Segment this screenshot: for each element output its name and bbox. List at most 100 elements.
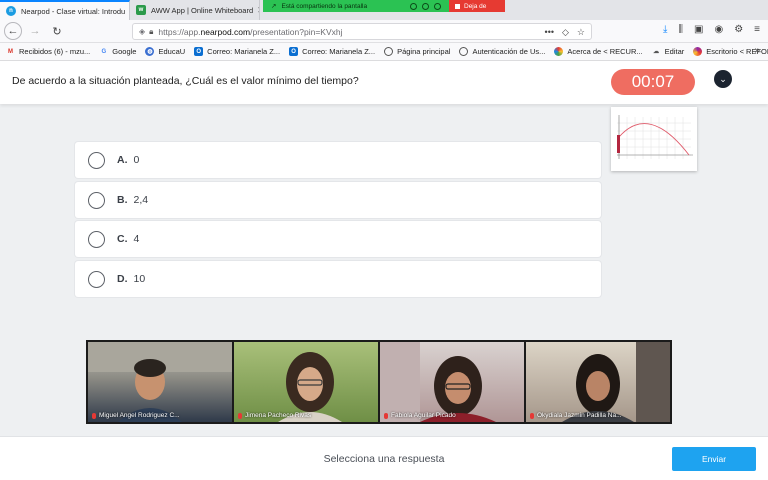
globe-icon	[459, 47, 469, 56]
option-letter: D.	[117, 273, 128, 285]
participant-silhouette-icon	[88, 342, 232, 422]
answer-option[interactable]: D. 10	[75, 261, 601, 297]
mic-muted-icon	[384, 412, 388, 419]
aww-favicon-icon: w	[136, 5, 146, 15]
colorful-icon	[693, 47, 703, 56]
participant-video[interactable]: Jimena Pacheco Rivas	[234, 342, 378, 422]
lock-icon[interactable]: 🔒︎	[149, 27, 153, 37]
bookmark-label: Autenticación de Us...	[472, 47, 546, 56]
menu-icon[interactable]: ≡	[754, 24, 760, 35]
bookmark-item[interactable]: ☁ Editar	[652, 47, 685, 56]
question-image-thumbnail[interactable]	[611, 107, 697, 171]
bookmark-item[interactable]: M Recibidos (6) - mzu...	[6, 47, 90, 56]
radio-button[interactable]	[88, 270, 105, 288]
gmail-icon: M	[8, 48, 13, 55]
back-arrow-icon[interactable]: ←	[4, 22, 22, 40]
bookmark-label: Google	[112, 47, 137, 56]
bookmark-item[interactable]: Acerca de < RECUR...	[554, 47, 643, 56]
check-icon[interactable]	[434, 2, 441, 10]
url-path: /presentation?pin=KVxhj	[250, 26, 343, 37]
sharing-label: Está compartiendo la pantalla	[281, 2, 368, 10]
bookmark-label: EducaU	[158, 47, 186, 56]
cloud-icon: ☁	[653, 49, 660, 55]
participant-video[interactable]: Fabiola Aguilar Picado	[380, 342, 524, 422]
option-value: 2,4	[133, 194, 149, 206]
tab-aww-whiteboard[interactable]: w AWW App | Online Whiteboard ✕	[130, 0, 260, 20]
download-icon[interactable]: ⤓	[663, 24, 667, 35]
participant-name: Fabiola Aguilar Picado	[384, 412, 456, 419]
page-actions-icon[interactable]: •••	[545, 27, 554, 38]
sharing-status: ↗ Está compartiendo la pantalla	[263, 0, 449, 12]
participant-silhouette-icon	[278, 352, 342, 422]
participant-name-text: Miguel Angel Rodriguez C...	[99, 412, 180, 419]
address-bar-actions: ••• ◇ ☆	[545, 27, 585, 38]
bookmarks-toolbar: M Recibidos (6) - mzu... G Google ◍ EducaU …	[0, 43, 768, 61]
bookmark-label: Editar	[664, 47, 685, 56]
bookmark-item[interactable]: Página principal	[384, 47, 450, 56]
tab-title: Nearpod - Clase virtual: Introdu	[21, 6, 126, 16]
question-text: De acuerdo a la situación planteada, ¿Cu…	[12, 75, 359, 87]
answer-option[interactable]: B. 2,4	[75, 182, 601, 218]
mic-muted-icon	[92, 412, 96, 419]
participant-name-text: Jimena Pacheco Rivas	[245, 412, 312, 419]
forward-arrow-icon[interactable]: →	[26, 22, 44, 40]
option-value: 4	[133, 233, 140, 245]
submit-button[interactable]: Enviar	[672, 447, 756, 471]
participant-name: Jimena Pacheco Rivas	[238, 412, 311, 419]
tab-title: AWW App | Online Whiteboard	[151, 5, 254, 15]
stop-sharing-label: Deja de	[464, 2, 487, 10]
option-value: 10	[133, 273, 146, 285]
outlook-icon: O	[194, 47, 204, 56]
answer-option[interactable]: C. 4	[75, 221, 601, 257]
participant-video[interactable]: Miguel Angel Rodriguez C...	[88, 342, 232, 422]
bookmark-label: Recibidos (6) - mzu...	[19, 47, 91, 56]
parabola-graph-icon	[617, 115, 693, 159]
bookmark-item[interactable]: O Correo: Marianela Z...	[289, 47, 375, 56]
participant-silhouette-icon	[380, 342, 496, 422]
outlook-icon: O	[289, 47, 299, 56]
bookmark-label: Acerca de < RECUR...	[567, 47, 643, 56]
participant-name: Okydiala Jazmin Padilla Na...	[530, 412, 622, 419]
option-letter: C.	[117, 233, 128, 245]
participant-video[interactable]: Okydiala Jazmin Padilla Na...	[526, 342, 670, 422]
option-letter: B.	[117, 194, 128, 206]
address-bar[interactable]: ◈ 🔒︎ https://app. nearpod.com/presentatio…	[132, 23, 592, 40]
bookmark-item[interactable]: ◍ EducaU	[145, 47, 185, 56]
chevron-down-icon[interactable]: ⌄	[714, 70, 732, 88]
stop-icon	[455, 3, 460, 9]
extensions-icon[interactable]: ⚙	[734, 24, 743, 35]
stop-sharing-button[interactable]: Deja de	[449, 0, 505, 12]
globe-icon	[384, 47, 394, 56]
more-bookmarks-icon[interactable]: »	[754, 45, 760, 56]
bookmark-label: Página principal	[397, 47, 451, 56]
radio-button[interactable]	[88, 151, 105, 169]
nearpod-favicon-icon: n	[6, 6, 16, 16]
bookmark-item[interactable]: O Correo: Marianela Z...	[194, 47, 280, 56]
pause-icon[interactable]	[422, 2, 429, 10]
tab-nearpod[interactable]: n Nearpod - Clase virtual: Introdu ✕	[0, 0, 130, 20]
google-icon: G	[101, 48, 107, 55]
participant-silhouette-icon	[562, 342, 670, 422]
radio-button[interactable]	[88, 230, 105, 248]
mic-icon[interactable]	[410, 2, 417, 10]
answer-option[interactable]: A. 0	[75, 142, 601, 178]
mic-muted-icon	[530, 412, 534, 419]
sidebar-icon[interactable]: ▣	[694, 24, 703, 35]
bookmark-item[interactable]: G Google	[99, 47, 136, 56]
library-icon[interactable]: ⫼	[678, 24, 683, 35]
globe-icon: ◍	[145, 47, 155, 56]
option-letter: A.	[117, 154, 128, 166]
account-icon[interactable]: ◉	[714, 24, 723, 35]
shield-icon[interactable]: ◈	[139, 27, 145, 36]
bookmark-item[interactable]: Autenticación de Us...	[459, 47, 545, 56]
bookmark-star-icon[interactable]: ☆	[577, 27, 585, 38]
radio-button[interactable]	[88, 191, 105, 209]
pocket-icon[interactable]: ◇	[562, 27, 569, 38]
reload-icon[interactable]: ↻	[48, 22, 66, 40]
select-answer-prompt: Selecciona una respuesta	[323, 453, 445, 465]
participant-name-text: Fabiola Aguilar Picado	[391, 412, 456, 419]
close-tab-icon[interactable]: ✕	[253, 5, 259, 16]
participant-name: Miguel Angel Rodriguez C...	[92, 412, 180, 419]
countdown-timer: 00:07	[611, 69, 695, 95]
navigation-bar: ← → ↻ ◈ 🔒︎ https://app. nearpod.com/prese…	[0, 20, 768, 43]
